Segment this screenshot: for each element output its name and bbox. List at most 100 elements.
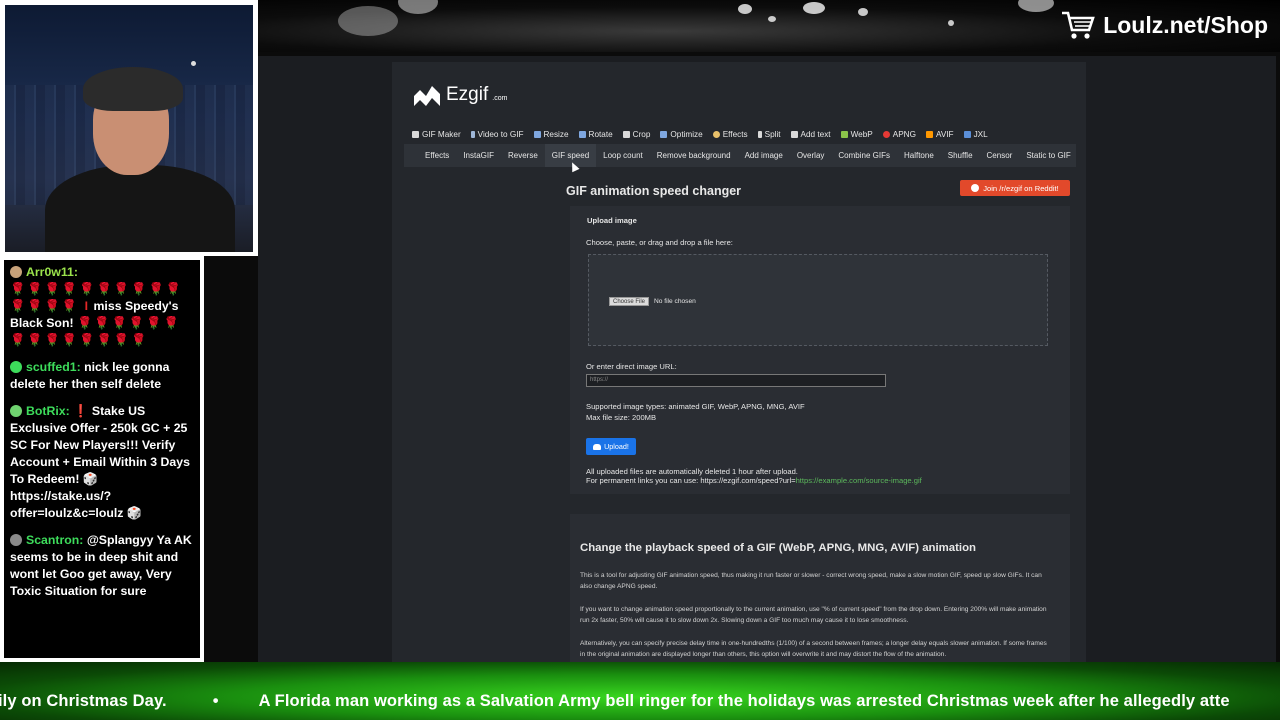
- nav-label: Split: [764, 130, 781, 139]
- nav-label: Optimize: [670, 130, 703, 139]
- nav-add-text[interactable]: Add text: [790, 130, 831, 139]
- webcam-frame: [0, 0, 258, 256]
- subnav-overlay[interactable]: Overlay: [790, 144, 832, 167]
- nav-optimize[interactable]: Optimize: [660, 130, 703, 139]
- info-heading: Change the playback speed of a GIF (WebP…: [580, 542, 976, 554]
- nav-label: GIF Maker: [422, 130, 461, 139]
- nav-avif[interactable]: AVIF: [925, 130, 954, 139]
- ticker-left: ily on Christmas Day.: [0, 692, 167, 710]
- nav-video-to-gif[interactable]: Video to GIF: [470, 130, 524, 139]
- file-status: No file chosen: [654, 298, 696, 305]
- webcam-video: [5, 5, 253, 252]
- nav-label: APNG: [892, 130, 916, 139]
- reddit-icon: [971, 184, 980, 192]
- image-url-input[interactable]: https://: [586, 374, 886, 387]
- info-section: Change the playback speed of a GIF (WebP…: [570, 514, 1070, 662]
- info-paragraph: If you want to change animation speed pr…: [580, 606, 1047, 624]
- nav-label: Rotate: [588, 130, 613, 139]
- chat-message: scuffed1: nick lee gonna delete her then…: [10, 359, 194, 393]
- info-paragraph: Alternatively, you can specify precise d…: [580, 640, 1047, 658]
- nav-effects[interactable]: Effects: [712, 130, 748, 139]
- ticker-separator: •: [212, 692, 219, 710]
- splash-shape: [858, 8, 868, 16]
- subnav-censor[interactable]: Censor: [980, 144, 1020, 167]
- browser-viewport: Ezgif .com GIF Maker Video to GIF Resize…: [258, 56, 1276, 662]
- stream-screen: Loulz.net/Shop Arr0w11: 🌹🌹🌹🌹🌹🌹🌹🌹🌹🌹🌹🌹🌹🌹 I…: [0, 0, 1280, 720]
- nav-jxl[interactable]: JXL: [963, 130, 988, 139]
- chat-username: BotRix:: [26, 404, 70, 418]
- ezgif-site: Ezgif .com GIF Maker Video to GIF Resize…: [392, 62, 1086, 662]
- nav-webp[interactable]: WebP: [840, 130, 873, 139]
- nav-label: Resize: [543, 130, 569, 139]
- chat-panel: Arr0w11: 🌹🌹🌹🌹🌹🌹🌹🌹🌹🌹🌹🌹🌹🌹 I miss Speedy's …: [0, 256, 204, 662]
- ticker-right: A Florida man working as a Salvation Arm…: [258, 692, 1230, 710]
- lamp-light: [191, 61, 196, 66]
- streamer-cap: [83, 67, 183, 111]
- nav-label: JXL: [973, 130, 988, 139]
- video-icon: [470, 131, 475, 138]
- reddit-join-button[interactable]: Join /r/ezgif on Reddit!: [960, 180, 1070, 196]
- chat-message: Arr0w11: 🌹🌹🌹🌹🌹🌹🌹🌹🌹🌹🌹🌹🌹🌹 I miss Speedy's …: [10, 264, 194, 349]
- subnav-halftone[interactable]: Halftone: [897, 144, 941, 167]
- text-icon: [790, 131, 798, 138]
- ticker-text: ily on Christmas Day. • A Florida man work…: [0, 692, 1230, 711]
- ezgif-logo-icon: [414, 86, 440, 106]
- nav-split[interactable]: Split: [757, 130, 781, 139]
- splash-shape: [1018, 0, 1054, 12]
- chat-text: ❗ Stake US Exclusive Offer - 250k GC + 2…: [10, 404, 190, 520]
- nav-crop[interactable]: Crop: [622, 130, 651, 139]
- url-label: Or enter direct image URL:: [586, 362, 677, 371]
- subnav-remove-background[interactable]: Remove background: [650, 144, 738, 167]
- chat-message: Scantron: @Splangyy Ya AK seems to be in…: [10, 532, 194, 600]
- nav-label: Add text: [800, 130, 831, 139]
- nav-label: Crop: [632, 130, 651, 139]
- splash-shape: [948, 20, 954, 26]
- cloud-upload-icon: [593, 443, 602, 450]
- choose-label: Choose, paste, or drag and drop a file h…: [586, 238, 733, 247]
- file-dropzone[interactable]: Choose File No file chosen: [588, 254, 1048, 346]
- chat-username: Scantron:: [26, 533, 84, 547]
- auto-delete-note: All uploaded files are automatically del…: [586, 467, 798, 476]
- chat-message: BotRix: ❗ Stake US Exclusive Offer - 250…: [10, 403, 194, 522]
- xbox-badge-icon: [10, 361, 22, 373]
- upload-button[interactable]: Upload!: [586, 438, 636, 455]
- upload-button-label: Upload!: [604, 442, 629, 451]
- jxl-icon: [963, 131, 971, 138]
- nav-label: AVIF: [935, 130, 954, 139]
- permanent-link-example[interactable]: https://example.com/source-image.gif: [796, 476, 922, 485]
- ezgif-logo[interactable]: Ezgif .com: [412, 82, 507, 108]
- subnav-static-to-gif[interactable]: Static to GIF: [1019, 144, 1077, 167]
- subnav-shuffle[interactable]: Shuffle: [941, 144, 980, 167]
- permanent-link-prefix: For permanent links you can use: https:/…: [586, 476, 796, 485]
- permanent-link-note: For permanent links you can use: https:/…: [586, 476, 922, 485]
- nav-label: Effects: [722, 130, 748, 139]
- splash-shape: [803, 2, 825, 14]
- nav-rotate[interactable]: Rotate: [578, 130, 613, 139]
- subnav-instagif[interactable]: InstaGIF: [456, 144, 501, 167]
- shop-label: Loulz.net/Shop: [1103, 11, 1268, 38]
- verified-badge-icon: [10, 405, 22, 417]
- upload-heading: Upload image: [587, 216, 637, 225]
- webp-icon: [840, 131, 848, 138]
- user-avatar-icon: [10, 534, 22, 546]
- subnav-loop-count[interactable]: Loop count: [596, 144, 650, 167]
- subnav-reverse[interactable]: Reverse: [501, 144, 545, 167]
- streamer-body: [45, 165, 235, 252]
- nav-resize[interactable]: Resize: [533, 130, 569, 139]
- nav-apng[interactable]: APNG: [882, 130, 916, 139]
- subnav-add-image[interactable]: Add image: [738, 144, 790, 167]
- crop-icon: [622, 131, 630, 138]
- nav-gif-maker[interactable]: GIF Maker: [412, 130, 461, 139]
- user-avatar-icon: [10, 266, 22, 278]
- shop-link: Loulz.net/Shop: [1061, 10, 1268, 40]
- rotate-icon: [578, 131, 586, 138]
- subnav-effects[interactable]: Effects: [418, 144, 456, 167]
- chat-username: Arr0w11:: [26, 265, 78, 279]
- nav-label: WebP: [850, 130, 873, 139]
- top-banner: Loulz.net/Shop: [258, 0, 1280, 52]
- main-nav: GIF Maker Video to GIF Resize Rotate Cro…: [412, 130, 988, 139]
- supported-types: Supported image types: animated GIF, Web…: [586, 402, 805, 411]
- choose-file-button[interactable]: Choose File: [609, 297, 650, 306]
- max-file-size: Max file size: 200MB: [586, 413, 657, 422]
- subnav-combine-gifs[interactable]: Combine GIFs: [831, 144, 897, 167]
